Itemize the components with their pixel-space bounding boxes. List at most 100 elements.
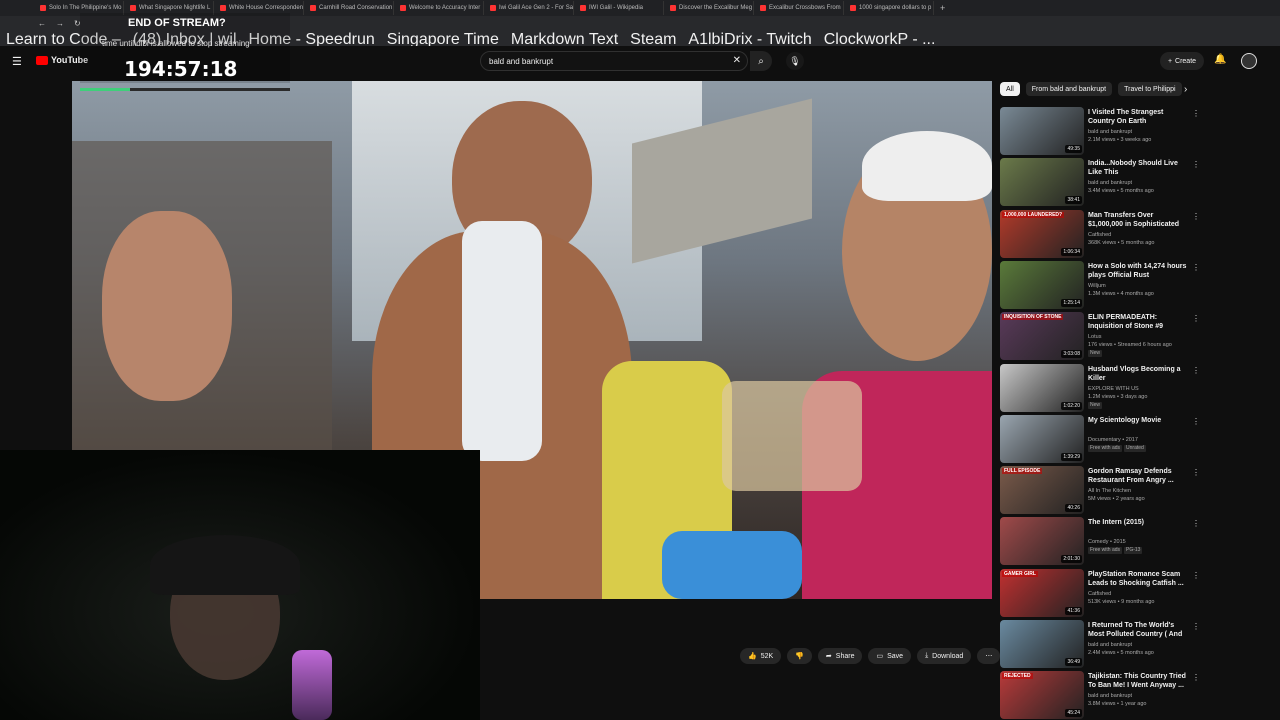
channel-name[interactable]: bald and bankrupt [1088,180,1198,187]
recommendation-item[interactable]: GAMER GIRL 41:36 PlayStation Romance Scam … [1000,568,1200,617]
search-input[interactable]: bald and bankrupt ✕ [480,51,748,71]
recommendation-item[interactable]: 38:41 India...Nobody Should Live Like Thi… [1000,158,1200,207]
recommendation-item[interactable]: 49:35 I Visited The Strangest Country On … [1000,107,1200,155]
thumbnail-text: INQUISITION OF STONE [1002,314,1064,321]
video-title[interactable]: My Scientology Movie [1088,416,1190,425]
video-meta: 1.2M views • 3 days ago [1088,393,1148,400]
more-options-icon[interactable]: ⋮ [1192,109,1200,118]
video-title[interactable]: Tajikistan: This Country Tried To Ban Me… [1088,672,1190,690]
browser-tab[interactable]: Discover the Excalibur Meg [664,1,754,15]
video-title[interactable]: India...Nobody Should Live Like This [1088,159,1190,177]
channel-name[interactable]: bald and bankrupt [1088,129,1198,136]
video-thumbnail[interactable]: 1:39:29 [1000,414,1084,463]
video-title[interactable]: Gordon Ramsay Defends Restaurant From An… [1088,467,1190,485]
timer-progress-fill [80,88,131,91]
download-button[interactable]: ⤓ Download [917,648,972,664]
like-button[interactable]: 👍 52K [740,648,782,664]
video-thumbnail[interactable]: REJECTED 45:24 [1000,671,1084,720]
browser-tab[interactable]: Excalibur Crossbows From [754,1,844,15]
channel-name[interactable]: bald and bankrupt [1088,642,1198,649]
create-button[interactable]: + Create [1160,52,1204,70]
filter-chip[interactable]: All [1000,82,1020,96]
video-title[interactable]: The Intern (2015) [1088,518,1190,527]
more-options-icon[interactable]: ⋮ [1192,212,1200,221]
clear-search-icon[interactable]: ✕ [733,55,741,66]
browser-tab[interactable]: Carnhill Road Conservation [304,1,394,15]
video-thumbnail[interactable]: FULL EPISODE 40:26 [1000,466,1084,515]
back-icon[interactable]: ← [38,19,46,28]
more-options-icon[interactable]: ⋮ [1192,673,1200,682]
recommendation-item[interactable]: INQUISITION OF STONE 3:03:08 ELIN PERMADEA… [1000,312,1200,361]
channel-name[interactable]: Lotus [1088,334,1198,341]
video-title[interactable]: ELIN PERMADEATH: Inquisition of Stone #9… [1088,313,1190,331]
recommendation-item[interactable]: 1:25:14 How a Solo with 14,274 hours play… [1000,260,1200,309]
browser-tab[interactable]: Iwi Galil Ace Gen 2 - For Sa [484,1,574,15]
video-thumbnail[interactable]: INQUISITION OF STONE 3:03:08 [1000,312,1084,361]
recommendation-item[interactable]: REJECTED 45:24 Tajikistan: This Country Tr… [1000,671,1200,720]
more-options-icon[interactable]: ⋮ [1192,622,1200,631]
recommendation-item[interactable]: 36:49 I Returned To The World's Most Poll… [1000,620,1200,668]
more-options-icon[interactable]: ⋮ [1192,417,1200,426]
avatar[interactable] [1241,53,1257,69]
voice-search-button[interactable]: 🎙 [786,52,804,70]
video-title[interactable]: PlayStation Romance Scam Leads to Shocki… [1088,570,1190,588]
recommendation-item[interactable]: 1:39:29 My Scientology Movie Documentary •… [1000,414,1200,463]
video-thumbnail[interactable]: 1:25:14 [1000,260,1084,309]
video-title[interactable]: I Returned To The World's Most Polluted … [1088,621,1190,639]
share-button[interactable]: ➦ Share [817,648,863,664]
more-options-icon[interactable]: ⋮ [1192,519,1200,528]
search-icon: ⌕ [758,55,764,67]
more-options-icon[interactable]: ⋮ [1192,366,1200,375]
recommendation-item[interactable]: 1:02:20 Husband Vlogs Becoming a Killer EX… [1000,363,1200,412]
chevron-right-icon[interactable]: › [1184,84,1187,95]
save-button[interactable]: ▭ Save [868,648,912,664]
dislike-button[interactable]: 👎 [787,648,812,664]
filter-chip[interactable]: Travel to Philippi [1118,82,1182,96]
video-thumbnail[interactable]: 1,000,000 LAUNDERED? 1:06:34 [1000,209,1084,258]
more-options-icon[interactable]: ⋮ [1192,314,1200,323]
video-meta: 5M views • 2 years ago [1088,496,1145,503]
more-options-icon[interactable]: ⋮ [1192,263,1200,272]
browser-tab[interactable]: 1000 singapore dollars to p [844,1,934,15]
video-title[interactable]: How a Solo with 14,274 hours plays Offic… [1088,262,1190,280]
forward-icon[interactable]: → [56,19,64,28]
browser-tab[interactable]: Welcome to Accuracy Inter [394,1,484,15]
menu-icon[interactable]: ☰ [12,55,22,68]
badges: Free with ads Unrated [1088,444,1198,452]
browser-tab[interactable]: IWI Galil - Wikipedia [574,1,664,15]
channel-name[interactable]: EXPLORE WITH US [1088,386,1198,393]
thumbnail-text: FULL EPISODE [1002,468,1043,475]
filter-chip[interactable]: From bald and bankrupt [1025,82,1113,96]
more-actions-button[interactable]: ⋯ [977,648,1001,664]
channel-name[interactable]: Catfished [1088,591,1198,598]
search-button[interactable]: ⌕ [750,51,772,71]
video-thumbnail[interactable]: 36:49 [1000,620,1084,668]
badge: Unrated [1124,444,1146,452]
more-options-icon[interactable]: ⋮ [1192,571,1200,580]
video-title[interactable]: Husband Vlogs Becoming a Killer [1088,365,1190,383]
video-thumbnail[interactable]: GAMER GIRL 41:36 [1000,568,1084,617]
new-tab-button[interactable]: + [940,3,945,13]
channel-name[interactable]: Comedy • 2015 [1088,539,1198,546]
video-title[interactable]: Man Transfers Over $1,000,000 in Sophist… [1088,211,1190,229]
video-duration: 38:41 [1065,196,1082,205]
recommendation-item[interactable]: 2:01:30 The Intern (2015) Comedy • 2015 Fre… [1000,517,1200,566]
video-thumbnail[interactable]: 38:41 [1000,158,1084,207]
channel-name[interactable]: Willjum [1088,283,1198,290]
mic-icon: 🎙 [789,55,801,66]
channel-name[interactable]: Catfished [1088,232,1198,239]
thumbs-up-icon: 👍 [748,653,757,660]
more-icon: ⋯ [985,653,993,660]
more-options-icon[interactable]: ⋮ [1192,468,1200,477]
more-options-icon[interactable]: ⋮ [1192,160,1200,169]
video-thumbnail[interactable]: 1:02:20 [1000,363,1084,412]
channel-name[interactable]: Documentary • 2017 [1088,437,1198,444]
channel-name[interactable]: bald and bankrupt [1088,693,1198,700]
video-thumbnail[interactable]: 2:01:30 [1000,517,1084,566]
channel-name[interactable]: All In The Kitchen [1088,488,1198,495]
recommendation-item[interactable]: 1,000,000 LAUNDERED? 1:06:34 Man Transfers… [1000,209,1200,258]
video-title[interactable]: I Visited The Strangest Country On Earth [1088,108,1190,126]
recommendation-item[interactable]: FULL EPISODE 40:26 Gordon Ramsay Defends R… [1000,466,1200,515]
video-thumbnail[interactable]: 49:35 [1000,107,1084,155]
notifications-icon[interactable]: 🔔 [1214,54,1226,65]
